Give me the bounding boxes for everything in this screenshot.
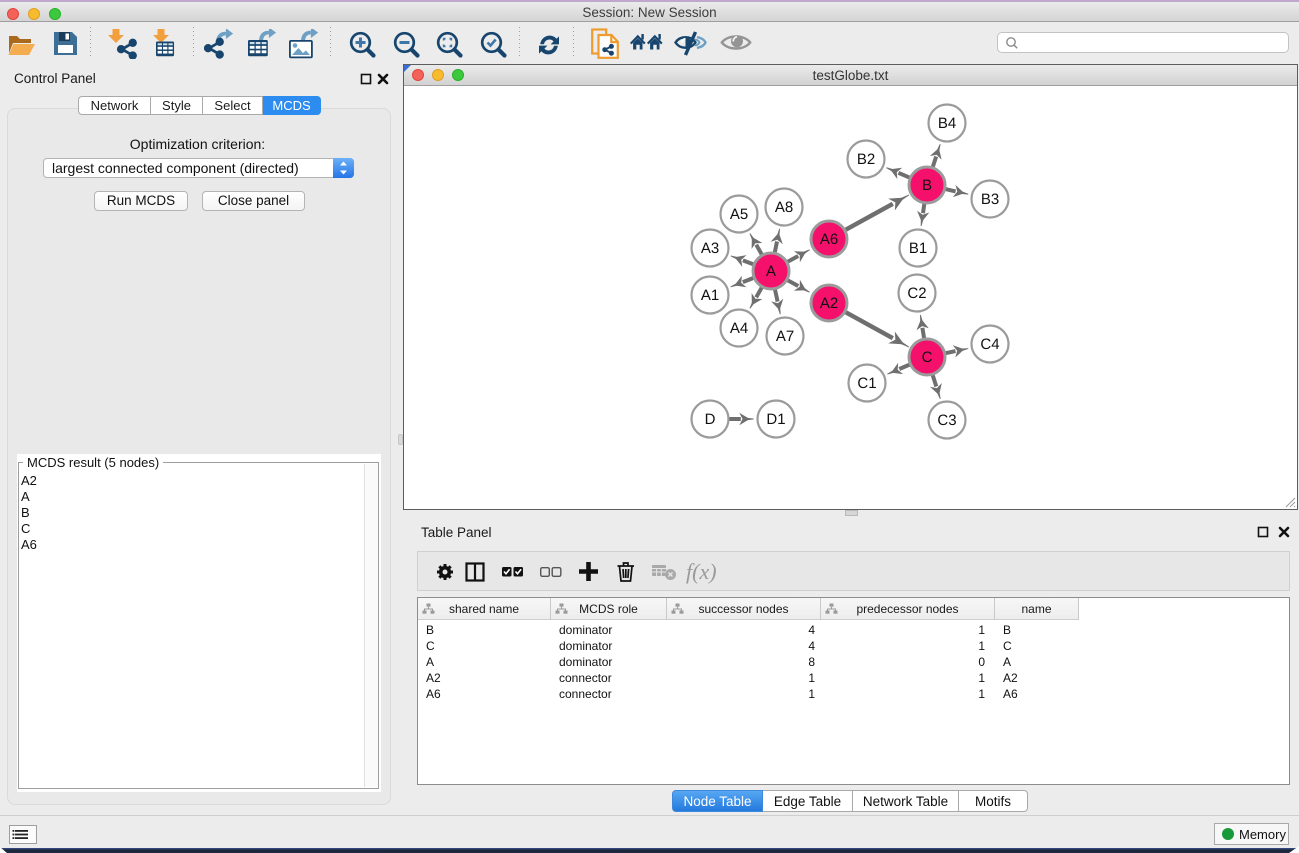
svg-text:C: C [922, 349, 933, 366]
svg-text:C3: C3 [937, 412, 956, 429]
svg-text:D: D [705, 411, 716, 428]
svg-text:B2: B2 [857, 151, 875, 168]
svg-text:B: B [922, 177, 932, 194]
svg-text:C4: C4 [980, 336, 999, 353]
svg-text:B3: B3 [981, 191, 999, 208]
svg-text:A3: A3 [701, 240, 719, 257]
svg-text:C2: C2 [907, 285, 926, 302]
svg-text:C1: C1 [857, 375, 876, 392]
svg-text:A7: A7 [776, 328, 794, 345]
svg-text:A: A [766, 263, 776, 280]
svg-text:A5: A5 [730, 206, 748, 223]
svg-text:A2: A2 [820, 295, 838, 312]
svg-text:A8: A8 [775, 199, 793, 216]
svg-text:D1: D1 [766, 411, 785, 428]
svg-text:A6: A6 [820, 231, 838, 248]
svg-text:B1: B1 [909, 240, 927, 257]
svg-text:B4: B4 [938, 115, 956, 132]
svg-text:A1: A1 [701, 287, 719, 304]
svg-text:A4: A4 [730, 320, 748, 337]
